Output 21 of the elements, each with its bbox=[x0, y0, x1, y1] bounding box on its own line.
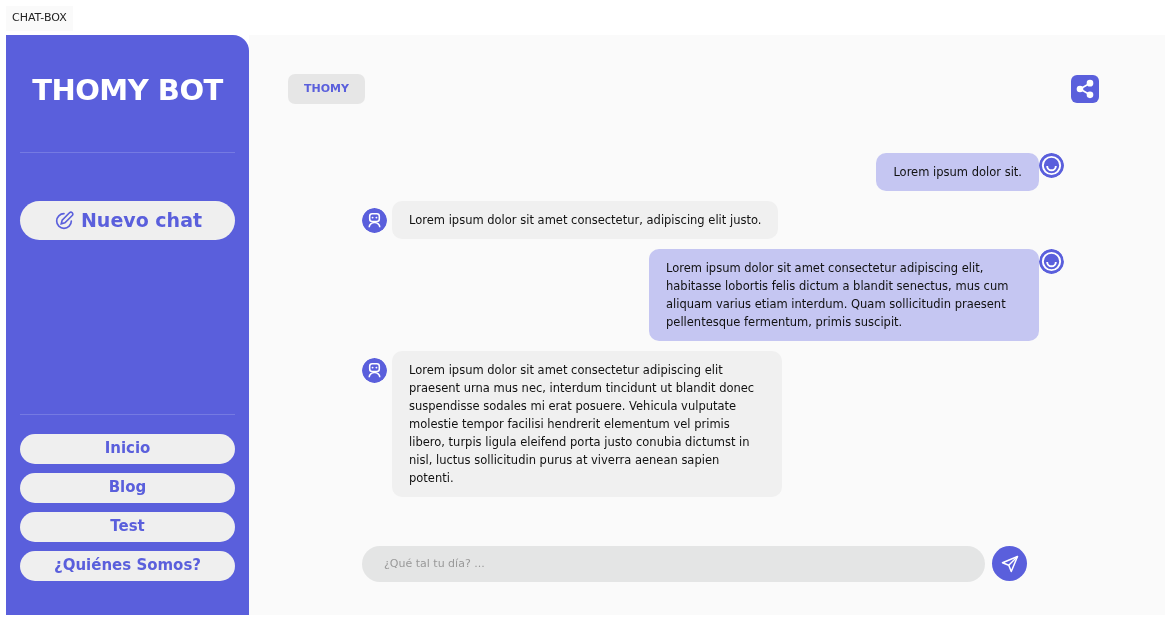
send-icon bbox=[999, 553, 1020, 574]
smiley-avatar-icon bbox=[1039, 249, 1064, 274]
page-tab[interactable]: CHAT-BOX bbox=[6, 6, 73, 31]
message-bubble: Lorem ipsum dolor sit amet consectetur adipiscing elit, habitasse lobortis felis dictum a blandit senectus, mus cum aliquam varius etiam interdum. Quam sollicitudin praesent pellentesque fermentum, primis suscipit. bbox=[649, 249, 1039, 341]
message-bubble: Lorem ipsum dolor sit amet consectetur adipiscing elit praesent urna mus nec, interdum tincidunt ut blandit donec suspendisse sodales mi erat posuere. Vehicula vulputate molestie tempor facilisi hendrerit elementum vel primis libero, turpis ligula eleifend porta justo conubia dictumst in nisl, luctus sollicitudin purus at viverra aenean sapien potenti. bbox=[392, 351, 782, 497]
app-title: THOMY BOT bbox=[31, 71, 224, 109]
message-bubble: Lorem ipsum dolor sit amet consectetur, adipiscing elit justo. bbox=[392, 201, 779, 239]
new-chat-button[interactable]: Nuevo chat bbox=[20, 201, 235, 240]
smiley-avatar-icon bbox=[1039, 153, 1064, 178]
robot-avatar-icon bbox=[362, 208, 387, 233]
message-bubble: Lorem ipsum dolor sit. bbox=[876, 153, 1039, 191]
nav-button[interactable]: Inicio bbox=[20, 433, 235, 464]
nav-button[interactable]: Blog bbox=[20, 472, 235, 503]
send-button[interactable] bbox=[992, 546, 1027, 581]
nav-button[interactable]: ¿Quiénes Somos? bbox=[20, 550, 235, 581]
message-input[interactable]: ¿Qué tal tu día? ... bbox=[362, 545, 985, 582]
name-chip: THOMY bbox=[288, 73, 365, 104]
nav-button[interactable]: Test bbox=[20, 511, 235, 542]
robot-avatar-icon bbox=[362, 358, 387, 383]
share-icon bbox=[1075, 78, 1095, 99]
share-button[interactable] bbox=[1071, 74, 1099, 103]
